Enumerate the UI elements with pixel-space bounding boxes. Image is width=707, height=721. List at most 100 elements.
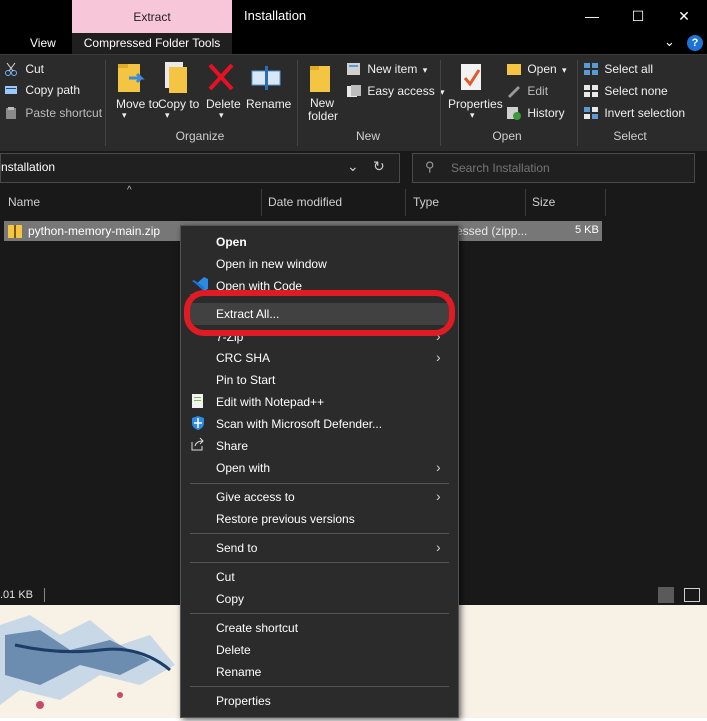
new-group-label: New <box>355 129 380 143</box>
collapse-ribbon-icon[interactable]: ⌄ <box>664 33 675 51</box>
menu-item-rename[interactable]: Rename <box>216 665 261 679</box>
notepad-plus-plus-icon <box>190 393 206 412</box>
new-item-button[interactable]: New item ▾ <box>346 62 427 79</box>
ribbon-divider <box>440 60 441 146</box>
menu-item-open-new-window[interactable]: Open in new window <box>216 257 327 271</box>
column-divider[interactable] <box>261 189 262 216</box>
column-divider[interactable] <box>405 189 406 216</box>
red-x-delete-icon <box>207 62 235 95</box>
address-dropdown-icon[interactable]: ⌄ <box>347 158 359 175</box>
zip-folder-icon <box>8 223 22 242</box>
easy-access-button[interactable]: Easy access ▾ <box>346 84 445 101</box>
defender-shield-icon <box>190 415 206 434</box>
submenu-chevron-icon: › <box>436 488 441 504</box>
invert-selection-label: Invert selection <box>604 106 686 120</box>
close-button[interactable]: ✕ <box>661 0 707 32</box>
new-folder-button[interactable] <box>308 62 334 97</box>
select-all-button[interactable]: Select all <box>583 62 654 79</box>
paste-shortcut-icon <box>4 106 18 123</box>
column-header-name[interactable]: Name <box>8 195 40 209</box>
share-icon <box>190 437 206 454</box>
move-to-button[interactable] <box>113 60 147 99</box>
menu-item-copy[interactable]: Copy <box>216 592 244 606</box>
menu-item-edit-notepad[interactable]: Edit with Notepad++ <box>216 395 324 409</box>
menu-item-properties[interactable]: Properties <box>216 694 271 708</box>
new-item-dropdown-icon: ▾ <box>422 65 428 75</box>
status-divider <box>44 588 45 602</box>
invert-selection-button[interactable]: Invert selection <box>583 106 686 123</box>
menu-item-send-to[interactable]: Send to <box>216 541 257 555</box>
menu-item-share[interactable]: Share <box>216 439 248 453</box>
menu-item-delete[interactable]: Delete <box>216 643 251 657</box>
cut-button[interactable]: Cut <box>4 62 44 79</box>
menu-item-restore-versions[interactable]: Restore previous versions <box>216 512 355 526</box>
details-view-icon[interactable] <box>658 587 674 603</box>
select-all-icon <box>583 62 599 79</box>
move-to-dropdown-icon[interactable]: ▾ <box>122 110 127 121</box>
menu-item-pin-to-start[interactable]: Pin to Start <box>216 373 275 387</box>
ribbon-divider <box>105 60 106 146</box>
menu-separator <box>190 483 449 484</box>
menu-separator <box>190 533 449 534</box>
delete-button[interactable] <box>207 62 235 95</box>
select-all-label: Select all <box>604 62 654 76</box>
edit-button[interactable]: Edit <box>506 84 548 101</box>
open-label: Open <box>527 62 557 76</box>
copy-path-button[interactable]: Copy path <box>4 83 80 99</box>
column-header-size[interactable]: Size <box>532 195 555 209</box>
extract-context-tab[interactable]: Extract <box>72 0 232 33</box>
column-divider[interactable] <box>605 189 606 216</box>
column-header-date-modified[interactable]: Date modified <box>268 195 342 209</box>
easy-access-icon <box>346 84 362 101</box>
search-input[interactable] <box>449 158 683 178</box>
properties-checkmark-icon <box>459 62 485 97</box>
paste-shortcut-label: Paste shortcut <box>25 106 103 120</box>
menu-item-crc-sha[interactable]: CRC SHA <box>216 351 270 365</box>
refresh-icon[interactable]: ↻ <box>373 158 385 175</box>
tab-view[interactable]: View <box>30 33 56 54</box>
delete-dropdown-icon[interactable]: ▾ <box>219 110 224 121</box>
menu-item-create-shortcut[interactable]: Create shortcut <box>216 621 298 635</box>
search-icon: ⚲ <box>425 159 435 174</box>
search-box[interactable]: ⚲ <box>412 153 695 183</box>
copy-to-button[interactable] <box>158 60 192 99</box>
ribbon-divider <box>297 60 298 146</box>
menu-separator <box>190 562 449 563</box>
help-icon[interactable]: ? <box>687 35 703 51</box>
select-none-icon <box>583 84 599 101</box>
copy-to-folder-icon <box>160 60 190 99</box>
history-button[interactable]: History <box>506 106 565 123</box>
copy-path-label: Copy path <box>25 83 81 97</box>
wallpaper-art <box>0 615 175 709</box>
cut-label: Cut <box>25 62 45 76</box>
scissors-icon <box>4 62 18 79</box>
column-divider[interactable] <box>525 189 526 216</box>
address-bar[interactable]: nstallation ⌄ ↻ <box>0 153 400 183</box>
open-button[interactable]: Open ▾ <box>506 62 567 79</box>
column-header-type[interactable]: Type <box>413 195 439 209</box>
menu-item-give-access[interactable]: Give access to <box>216 490 295 504</box>
select-none-button[interactable]: Select none <box>583 84 668 101</box>
properties-dropdown-icon[interactable]: ▾ <box>470 110 475 121</box>
move-to-label: Move to <box>116 97 159 111</box>
menu-item-scan-defender[interactable]: Scan with Microsoft Defender... <box>216 417 382 431</box>
menu-item-cut[interactable]: Cut <box>216 570 235 584</box>
paste-shortcut-button[interactable]: Paste shortcut <box>4 106 102 123</box>
menu-separator <box>190 613 449 614</box>
copy-path-icon <box>4 84 18 99</box>
rename-icon <box>250 62 282 95</box>
rename-button[interactable] <box>250 62 282 95</box>
tab-compressed-folder-tools[interactable]: Compressed Folder Tools <box>72 33 232 54</box>
submenu-chevron-icon: › <box>436 349 441 365</box>
properties-button[interactable] <box>459 62 485 97</box>
new-folder-label: New folder <box>308 96 339 123</box>
ribbon-divider <box>577 60 578 146</box>
large-icons-view-icon[interactable] <box>684 588 700 602</box>
maximize-button[interactable]: ☐ <box>615 0 661 32</box>
menu-item-open-with[interactable]: Open with <box>216 461 270 475</box>
copy-to-dropdown-icon[interactable]: ▾ <box>165 110 170 121</box>
minimize-button[interactable]: — <box>569 0 615 32</box>
properties-label: Properties <box>448 97 503 111</box>
copy-to-label: Copy to <box>158 97 200 111</box>
menu-item-open[interactable]: Open <box>216 235 247 249</box>
